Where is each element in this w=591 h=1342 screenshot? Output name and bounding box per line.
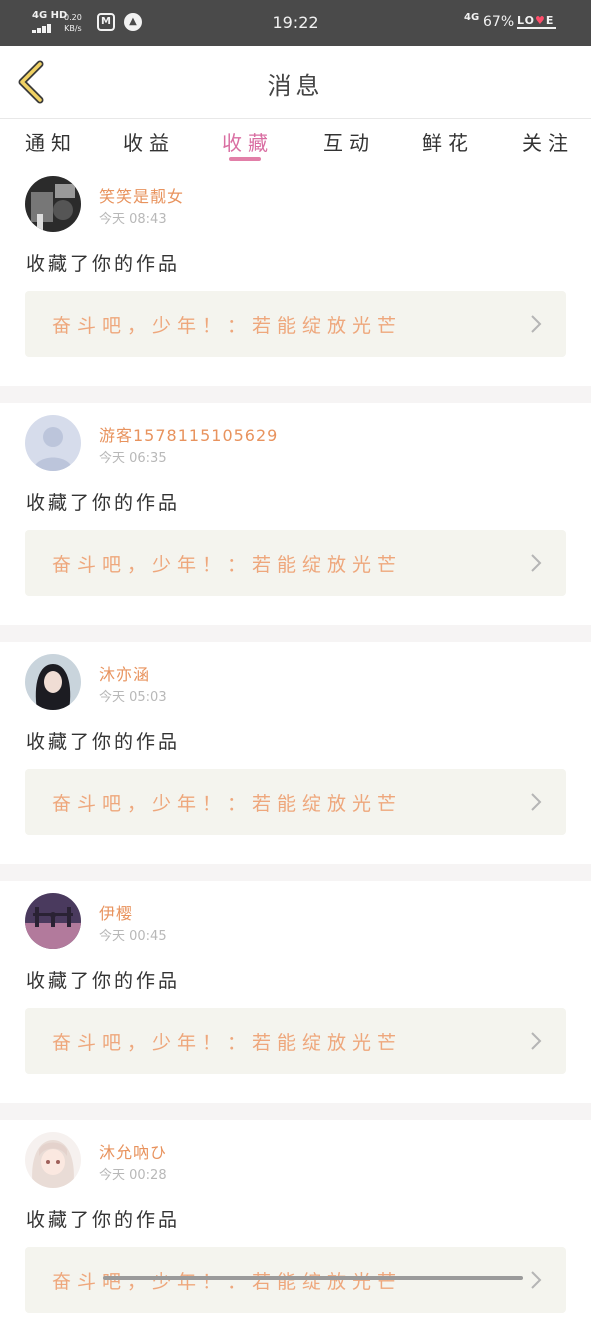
action-text: 收藏了你的作品	[26, 970, 181, 992]
work-link[interactable]: 奋斗吧，少年！：若能绽放光芒	[25, 1247, 566, 1313]
action-text: 收藏了你的作品	[26, 253, 181, 275]
active-tab-indicator	[229, 157, 261, 161]
tab-flowers[interactable]: 鲜花	[422, 127, 474, 156]
battery-level: 67%	[483, 14, 515, 30]
timestamp: 今天 06:35	[99, 451, 167, 466]
list-item: 沐亦涵 今天 05:03 收藏了你的作品 奋斗吧，少年！：若能绽放光芒	[0, 642, 591, 864]
avatar[interactable]	[25, 415, 81, 471]
chevron-right-icon	[531, 1271, 542, 1289]
work-link[interactable]: 奋斗吧，少年！：若能绽放光芒	[25, 530, 566, 596]
battery-icon: LO♥E	[517, 14, 557, 29]
work-link[interactable]: 奋斗吧，少年！：若能绽放光芒	[25, 291, 566, 357]
timestamp: 今天 00:45	[99, 929, 167, 944]
list-item: 沐允吶ひ 今天 00:28 收藏了你的作品 奋斗吧，少年！：若能绽放光芒	[0, 1120, 591, 1342]
username[interactable]: 游客1578115105629	[99, 422, 278, 446]
timestamp: 今天 05:03	[99, 690, 167, 705]
work-title: 奋斗吧，少年！：若能绽放光芒	[52, 1271, 403, 1293]
action-text: 收藏了你的作品	[26, 492, 181, 514]
network-indicator-right: 4G	[464, 12, 480, 23]
action-text: 收藏了你的作品	[26, 1209, 181, 1231]
avatar[interactable]	[25, 1132, 81, 1188]
work-title: 奋斗吧，少年！：若能绽放光芒	[52, 315, 403, 337]
divider	[0, 386, 591, 403]
avatar[interactable]	[25, 176, 81, 232]
divider	[0, 625, 591, 642]
divider	[0, 1103, 591, 1120]
action-text: 收藏了你的作品	[26, 731, 181, 753]
username[interactable]: 沐允吶ひ	[99, 1139, 167, 1163]
avatar[interactable]	[25, 654, 81, 710]
tab-interactions[interactable]: 互动	[323, 127, 375, 156]
message-list: 笑笑是靓女 今天 08:43 收藏了你的作品 奋斗吧，少年！：若能绽放光芒 游客…	[0, 164, 591, 1342]
username[interactable]: 笑笑是靓女	[99, 183, 184, 207]
divider	[0, 864, 591, 881]
tab-notifications[interactable]: 通知	[25, 127, 77, 156]
tab-following[interactable]: 关注	[522, 127, 574, 156]
chevron-right-icon	[531, 315, 542, 333]
page-title: 消息	[267, 72, 324, 100]
timestamp: 今天 00:28	[99, 1168, 167, 1183]
chevron-right-icon	[531, 1032, 542, 1050]
timestamp: 今天 08:43	[99, 212, 167, 227]
status-bar: 4G HD 0.20 KB/s M ▲ 19:22 4G 67% LO♥E	[0, 0, 591, 46]
tab-favorites[interactable]: 收藏	[222, 127, 274, 156]
header: 消息	[0, 46, 591, 118]
list-item: 笑笑是靓女 今天 08:43 收藏了你的作品 奋斗吧，少年！：若能绽放光芒	[0, 164, 591, 386]
work-title: 奋斗吧，少年！：若能绽放光芒	[52, 554, 403, 576]
username[interactable]: 伊樱	[99, 900, 133, 924]
chevron-right-icon	[531, 554, 542, 572]
tab-bar: 通知 收益 收藏 互动 鲜花 关注	[0, 118, 591, 165]
work-link[interactable]: 奋斗吧，少年！：若能绽放光芒	[25, 769, 566, 835]
work-title: 奋斗吧，少年！：若能绽放光芒	[52, 1032, 403, 1054]
username[interactable]: 沐亦涵	[99, 661, 150, 685]
avatar[interactable]	[25, 893, 81, 949]
scroll-indicator	[103, 1276, 523, 1280]
list-item: 游客1578115105629 今天 06:35 收藏了你的作品 奋斗吧，少年！…	[0, 403, 591, 625]
chevron-right-icon	[531, 793, 542, 811]
work-title: 奋斗吧，少年！：若能绽放光芒	[52, 793, 403, 815]
list-item: 伊樱 今天 00:45 收藏了你的作品 奋斗吧，少年！：若能绽放光芒	[0, 881, 591, 1103]
work-link[interactable]: 奋斗吧，少年！：若能绽放光芒	[25, 1008, 566, 1074]
tab-earnings[interactable]: 收益	[123, 127, 175, 156]
